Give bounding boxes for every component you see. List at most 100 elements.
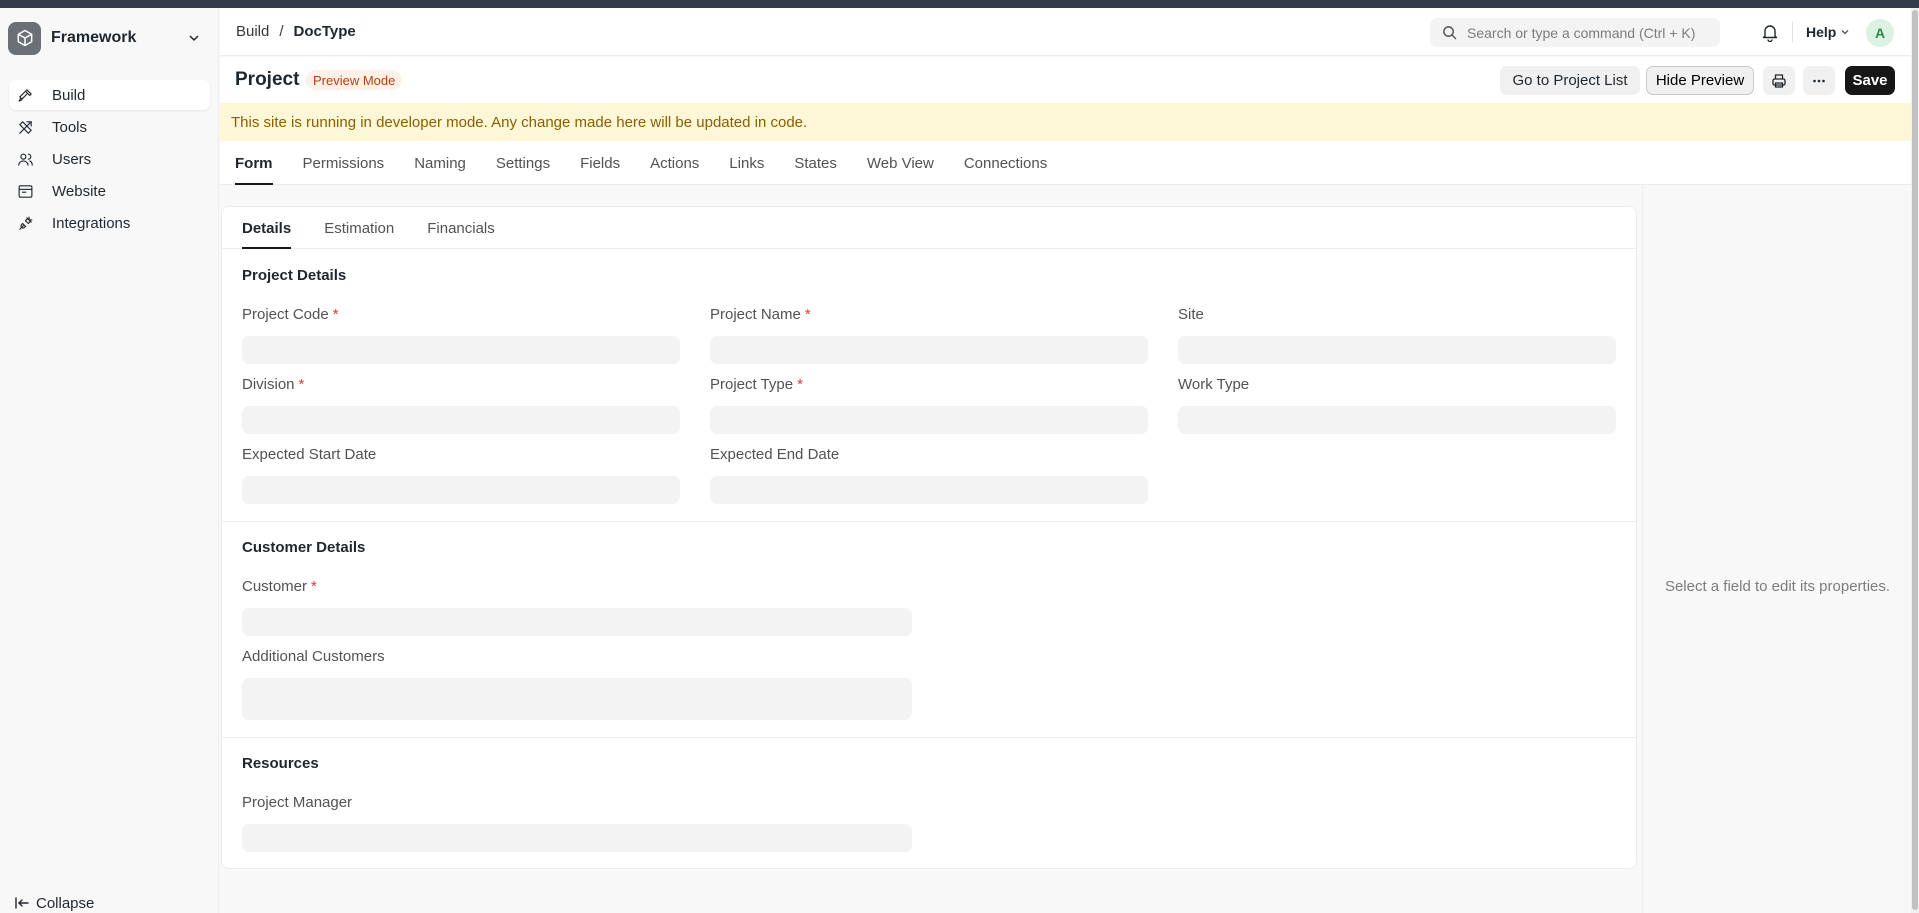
awesomebar-search	[1430, 18, 1720, 47]
tab-fields[interactable]: Fields	[580, 141, 620, 185]
field-label: Work Type	[1178, 376, 1250, 393]
field-label: Project Type *	[710, 376, 803, 393]
save-button[interactable]: Save	[1845, 66, 1895, 95]
notification-bell-icon[interactable]	[1760, 22, 1780, 42]
help-dropdown[interactable]: Help	[1806, 24, 1850, 40]
form-preview-card: Details Estimation Financials Project De…	[221, 206, 1637, 869]
website-icon	[18, 184, 33, 198]
doctype-tabs: Form Permissions Naming Settings Fields …	[220, 141, 1911, 185]
field-additional-customers: Additional Customers	[242, 648, 912, 720]
field-work-type: Work Type	[1178, 376, 1616, 434]
project-manager-input[interactable]	[242, 824, 912, 852]
project-code-input[interactable]	[242, 336, 680, 364]
sidebar-item-label: Integrations	[52, 214, 131, 232]
go-to-list-button[interactable]: Go to Project List	[1500, 66, 1640, 95]
tab-web-view[interactable]: Web View	[867, 141, 934, 185]
properties-hint: Select a field to edit its properties.	[1664, 578, 1891, 595]
integrations-icon	[19, 216, 33, 230]
hide-preview-button[interactable]: Hide Preview	[1646, 66, 1754, 95]
tab-connections[interactable]: Connections	[964, 141, 1047, 185]
additional-customers-input[interactable]	[242, 678, 912, 720]
field-project-manager: Project Manager	[242, 794, 912, 852]
sidebar-item-users[interactable]: Users	[9, 144, 210, 174]
field-project-code: Project Code *	[242, 306, 680, 364]
sidebar-item-label: Users	[52, 150, 92, 168]
developer-mode-alert: This site is running in developer mode. …	[220, 103, 1911, 141]
breadcrumb-doctype-link[interactable]: DocType	[294, 23, 356, 40]
tools-icon	[19, 120, 32, 134]
users-icon	[18, 153, 33, 166]
tab-permissions[interactable]: Permissions	[303, 141, 385, 185]
page-scrollbar-thumb[interactable]	[1912, 10, 1918, 910]
header-divider	[1792, 21, 1793, 43]
field-customer: Customer *	[242, 578, 912, 636]
tab-naming[interactable]: Naming	[414, 141, 466, 185]
app-name: Framework	[51, 29, 137, 46]
section-divider	[222, 521, 1636, 522]
expected-start-date-input[interactable]	[242, 476, 680, 504]
field-label: Customer *	[242, 578, 317, 595]
required-mark: *	[797, 376, 803, 393]
collapse-sidebar-button[interactable]: Collapse	[14, 891, 94, 913]
work-type-input[interactable]	[1178, 406, 1616, 434]
hammer-icon	[18, 88, 32, 102]
field-label: Project Name *	[710, 306, 811, 323]
field-project-type: Project Type *	[710, 376, 1148, 434]
field-properties-panel: Select a field to edit its properties.	[1642, 186, 1911, 913]
required-mark: *	[311, 578, 317, 595]
sidebar-item-build[interactable]: Build	[9, 80, 210, 110]
search-input[interactable]	[1467, 24, 1717, 41]
sidebar-item-label: Tools	[52, 118, 88, 136]
form-tab-estimation[interactable]: Estimation	[324, 207, 394, 249]
site-input[interactable]	[1178, 336, 1616, 364]
field-label: Site	[1178, 306, 1204, 323]
app-switcher[interactable]: Framework	[8, 20, 210, 56]
sidebar-nav: Build Tools Users Website Integrations	[9, 80, 210, 240]
print-button[interactable]	[1763, 66, 1795, 95]
field-expected-start-date: Expected Start Date	[242, 446, 680, 504]
collapse-label: Collapse	[36, 894, 95, 912]
required-mark: *	[804, 306, 811, 323]
sidebar-item-label: Website	[52, 182, 106, 200]
sidebar-item-website[interactable]: Website	[9, 176, 210, 206]
form-tab-details[interactable]: Details	[242, 207, 292, 249]
form-tabs: Details Estimation Financials	[222, 207, 1636, 249]
tab-form[interactable]: Form	[235, 141, 273, 185]
sidebar-item-tools[interactable]: Tools	[9, 112, 210, 142]
help-label: Help	[1806, 24, 1837, 40]
tab-settings[interactable]: Settings	[496, 141, 550, 185]
field-expected-end-date: Expected End Date	[710, 446, 1148, 504]
project-name-input[interactable]	[710, 336, 1148, 364]
form-tab-financials[interactable]: Financials	[427, 207, 495, 249]
breadcrumb-separator: /	[279, 23, 284, 40]
user-avatar[interactable]: A	[1866, 19, 1894, 47]
section-title-project-details: Project Details	[242, 267, 347, 284]
field-site: Site	[1178, 306, 1616, 364]
sidebar-item-label: Build	[52, 86, 86, 104]
breadcrumb: Build / DocType	[236, 23, 356, 40]
customer-input[interactable]	[242, 608, 912, 636]
required-mark: *	[332, 306, 339, 323]
tab-states[interactable]: States	[794, 141, 837, 185]
top-strip	[0, 0, 1919, 8]
section-title-resources: Resources	[242, 755, 319, 772]
chevron-down-icon	[189, 35, 199, 42]
preview-mode-badge: Preview Mode	[306, 70, 403, 90]
field-label: Project Code *	[242, 306, 339, 323]
sidebar: Framework Build Tools Users Website Inte…	[0, 8, 219, 913]
field-division: Division *	[242, 376, 680, 434]
framework-logo-icon	[8, 21, 41, 55]
more-actions-button[interactable]	[1803, 66, 1835, 95]
expected-end-date-input[interactable]	[710, 476, 1148, 504]
tab-links[interactable]: Links	[729, 141, 764, 185]
collapse-icon	[15, 897, 29, 909]
project-type-input[interactable]	[710, 406, 1148, 434]
division-input[interactable]	[242, 406, 680, 434]
tab-actions[interactable]: Actions	[650, 141, 699, 185]
field-label: Expected End Date	[710, 446, 840, 463]
page-head: Project Preview Mode Go to Project List …	[220, 57, 1911, 103]
breadcrumb-build-link[interactable]: Build	[236, 23, 269, 40]
sidebar-item-integrations[interactable]: Integrations	[9, 208, 210, 238]
field-label: Division *	[242, 376, 305, 393]
chevron-down-icon	[1841, 30, 1849, 35]
